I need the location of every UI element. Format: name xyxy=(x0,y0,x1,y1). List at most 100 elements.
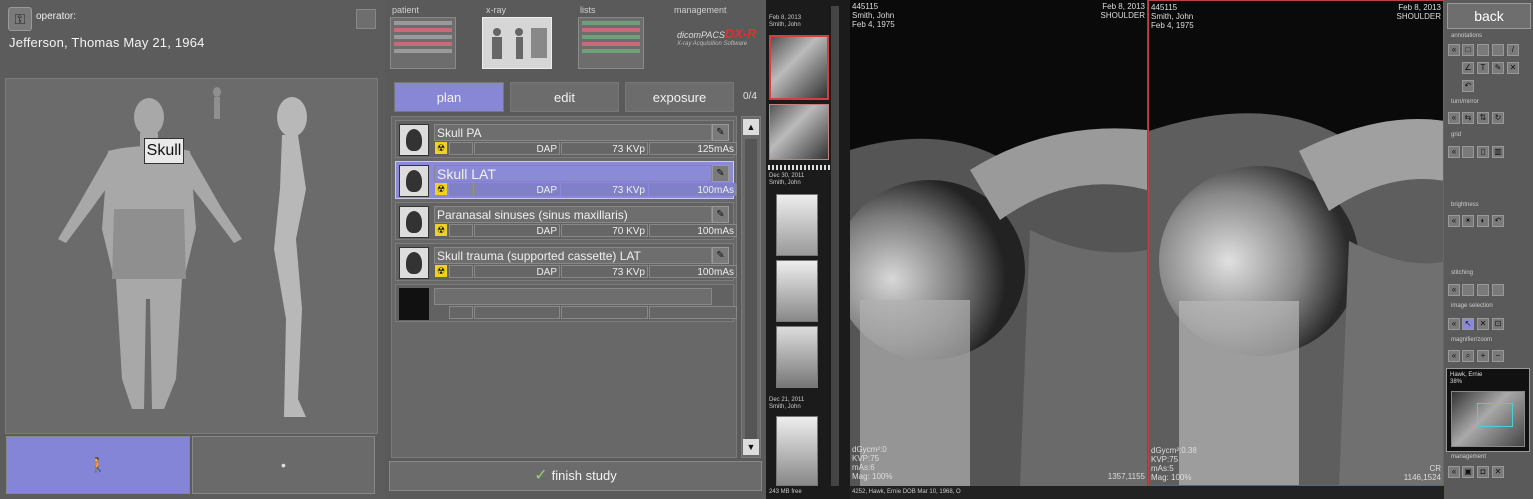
tab-xray[interactable] xyxy=(482,17,552,69)
flip-vertical-icon[interactable]: ⇅ xyxy=(1477,112,1489,124)
minimap-viewport[interactable] xyxy=(1477,403,1513,427)
strip-image[interactable] xyxy=(776,194,818,256)
image-viewer-right[interactable]: 445115 Smith, John Feb 4, 1975 Feb 8, 20… xyxy=(1148,0,1444,486)
rotate-icon[interactable]: ↻ xyxy=(1492,112,1504,124)
undo-icon[interactable]: ↶ xyxy=(1462,80,1474,92)
brightness-label: brightness xyxy=(1451,202,1479,208)
scroll-track[interactable] xyxy=(745,139,757,439)
collapse-icon[interactable]: « xyxy=(1448,318,1460,330)
front-view-button[interactable]: 🚶 xyxy=(6,436,190,494)
shoulder-xray-left xyxy=(850,0,1147,486)
exam-name: Skull trauma (supported cassette) LAT xyxy=(434,247,712,264)
viewer-mag: Mag: 100% xyxy=(852,472,893,481)
body-map[interactable] xyxy=(5,78,378,434)
annotation-tool-icon[interactable] xyxy=(1477,44,1489,56)
angle-icon[interactable]: ∠ xyxy=(1462,62,1474,74)
strip-image[interactable] xyxy=(776,326,818,388)
image-viewer-left[interactable]: 445115 Smith, John Feb 4, 1975 Feb 8, 20… xyxy=(850,0,1147,486)
camera-icon[interactable]: ◘ xyxy=(1477,466,1489,478)
flip-horizontal-icon[interactable]: ⇆ xyxy=(1462,112,1474,124)
edit-pen-icon[interactable]: ✎ xyxy=(712,206,729,223)
tab-patient-label: patient xyxy=(392,5,420,15)
exam-row[interactable]: Paranasal sinuses (sinus maxillaris) ✎ ☢… xyxy=(395,202,737,240)
contrast-icon[interactable]: ◐ xyxy=(1477,215,1489,227)
strip-image[interactable] xyxy=(776,416,818,486)
stitch-tool-icon[interactable] xyxy=(1462,284,1474,296)
magnifier-icon[interactable]: ⌕ xyxy=(1462,350,1474,362)
collapse-icon[interactable]: « xyxy=(1448,44,1460,56)
tab-patient[interactable] xyxy=(390,17,456,69)
grid-single-icon[interactable] xyxy=(1462,146,1474,158)
dicompacs-logo: dicomPACSDX-R X-ray Acquisition Software xyxy=(677,26,757,47)
exam-row[interactable]: Skull trauma (supported cassette) LAT ✎ … xyxy=(395,243,737,281)
viewer-dob: Feb 4, 1975 xyxy=(852,20,895,29)
grid-triple-icon[interactable]: ▥ xyxy=(1492,146,1504,158)
delete-icon[interactable]: ✕ xyxy=(1492,466,1504,478)
viewer-region: SHOULDER xyxy=(1396,12,1441,21)
collapse-icon[interactable]: « xyxy=(1448,284,1460,296)
deselect-icon[interactable]: ✕ xyxy=(1477,318,1489,330)
exam-name: Skull LAT xyxy=(434,165,712,182)
crop-icon[interactable]: ⊡ xyxy=(1492,318,1504,330)
operator-key-button[interactable]: ⚿ xyxy=(8,7,32,31)
tab-lists[interactable] xyxy=(578,17,644,69)
turn-mirror-label: turn/mirror xyxy=(1451,99,1479,105)
collapse-icon[interactable]: « xyxy=(1448,466,1460,478)
exam-param-empty xyxy=(561,306,648,319)
scroll-up-icon[interactable]: ▲ xyxy=(743,119,759,135)
tab-exposure[interactable]: exposure xyxy=(625,82,734,112)
pen-icon[interactable]: ✎ xyxy=(1492,62,1504,74)
operator-settings-button[interactable] xyxy=(356,9,376,29)
navigator-minimap[interactable]: Hawk, Ernie 38% xyxy=(1446,368,1530,452)
tab-plan[interactable]: plan xyxy=(394,82,504,112)
erase-icon[interactable]: ✕ xyxy=(1507,62,1519,74)
viewer-patient-name: Smith, John xyxy=(852,11,895,20)
side-view-button[interactable]: • xyxy=(192,436,375,494)
exam-name: Paranasal sinuses (sinus maxillaris) xyxy=(434,206,712,223)
brightness-icon[interactable]: ☀ xyxy=(1462,215,1474,227)
viewer-dob: Feb 4, 1975 xyxy=(1151,21,1194,30)
stitching-label: stitching xyxy=(1451,270,1474,276)
exam-mas: 100mAs xyxy=(649,265,737,278)
back-button[interactable]: back xyxy=(1447,3,1531,29)
strip-image[interactable] xyxy=(776,260,818,322)
save-icon[interactable]: ▣ xyxy=(1462,466,1474,478)
checkmark-icon: ✓ xyxy=(534,467,548,484)
pointer-icon[interactable]: ↖ xyxy=(1462,318,1474,330)
annotation-tool-icon[interactable] xyxy=(1492,44,1504,56)
grid-double-icon[interactable]: ▯ xyxy=(1477,146,1489,158)
strip-image[interactable] xyxy=(769,104,829,160)
exam-list-scrollbar[interactable]: ▲ ▼ xyxy=(741,116,761,458)
radiation-icon: ☢ xyxy=(435,224,447,236)
stitch-tool-icon[interactable] xyxy=(1492,284,1504,296)
select-annotation-icon[interactable]: □ xyxy=(1462,44,1474,56)
stitch-tool-icon[interactable] xyxy=(1477,284,1489,296)
body-region-label[interactable]: Skull xyxy=(144,138,184,164)
tab-edit[interactable]: edit xyxy=(510,82,619,112)
exam-row-selected[interactable]: Skull LAT ✎ ☢ DAP 73 KVp 100mAs xyxy=(395,161,737,199)
strip-scrollbar[interactable] xyxy=(831,6,839,486)
exam-row[interactable]: Skull PA ✎ ☢ DAP 73 KVp 125mAs xyxy=(395,120,737,158)
exam-param-empty xyxy=(649,306,737,319)
ruler-icon[interactable]: / xyxy=(1507,44,1519,56)
strip-footer: 243 MB free xyxy=(769,489,802,495)
edit-pen-icon[interactable]: ✎ xyxy=(712,247,729,264)
collapse-icon[interactable]: « xyxy=(1448,146,1460,158)
zoom-out-icon[interactable]: − xyxy=(1492,350,1504,362)
collapse-icon[interactable]: « xyxy=(1448,350,1460,362)
exam-row-empty[interactable] xyxy=(395,284,737,322)
collapse-icon[interactable]: « xyxy=(1448,215,1460,227)
exam-name: Skull PA xyxy=(434,124,712,141)
collapse-icon[interactable]: « xyxy=(1448,112,1460,124)
reset-brightness-icon[interactable]: ↶ xyxy=(1492,215,1504,227)
scroll-down-icon[interactable]: ▼ xyxy=(743,439,759,455)
viewer-mas: mAs:5 xyxy=(1151,464,1174,473)
strip-image-selected[interactable] xyxy=(769,35,829,100)
zoom-in-icon[interactable]: + xyxy=(1477,350,1489,362)
edit-pen-icon[interactable]: ✎ xyxy=(712,165,729,182)
edit-pen-icon[interactable]: ✎ xyxy=(712,124,729,141)
text-icon[interactable]: T xyxy=(1477,62,1489,74)
finish-study-button[interactable]: ✓ finish study xyxy=(389,461,762,491)
minimap-zoom: 38% xyxy=(1450,379,1463,385)
management-label: management xyxy=(1451,454,1487,460)
